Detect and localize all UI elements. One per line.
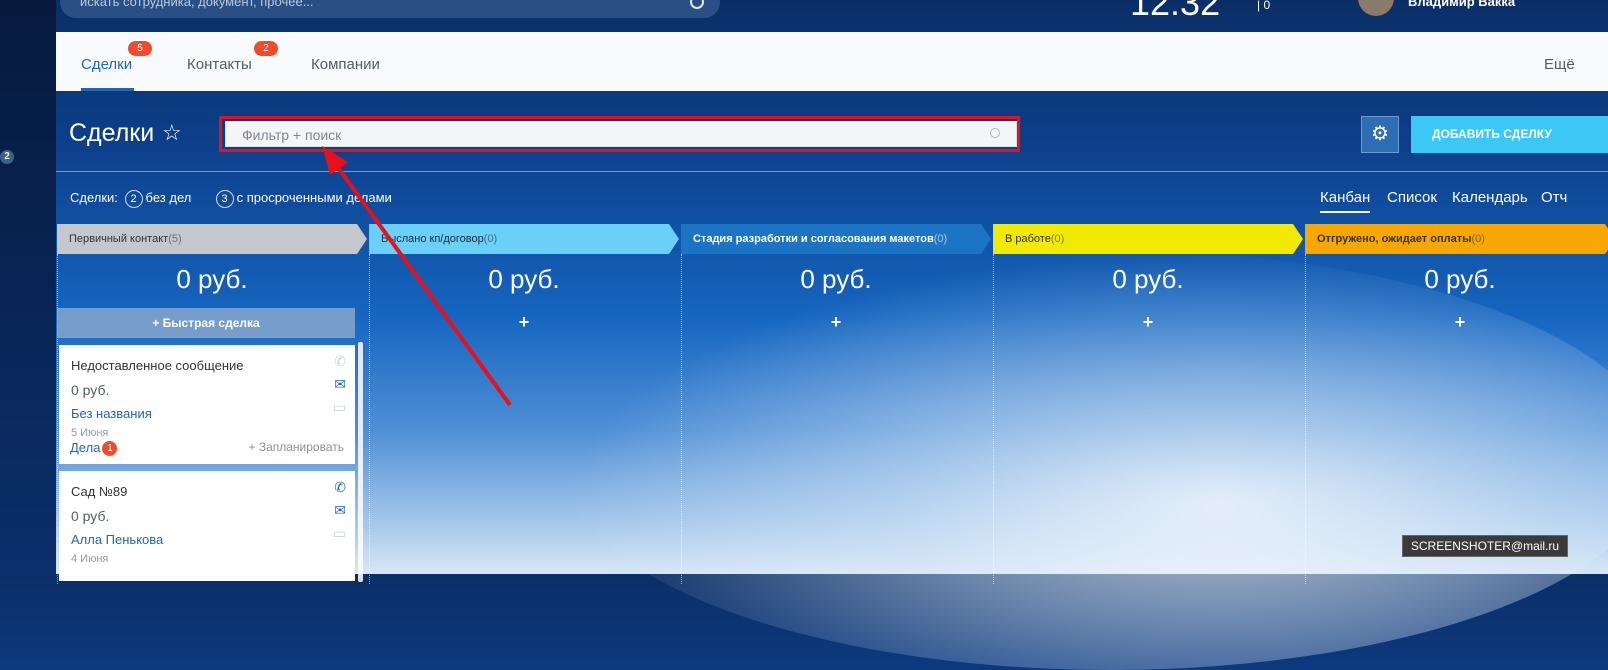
arrow-head — [322, 146, 348, 175]
arrow-line — [332, 160, 512, 407]
watermark: SCREENSHOTER@mail.ru — [1402, 535, 1568, 557]
annotation-arrow — [322, 146, 512, 407]
